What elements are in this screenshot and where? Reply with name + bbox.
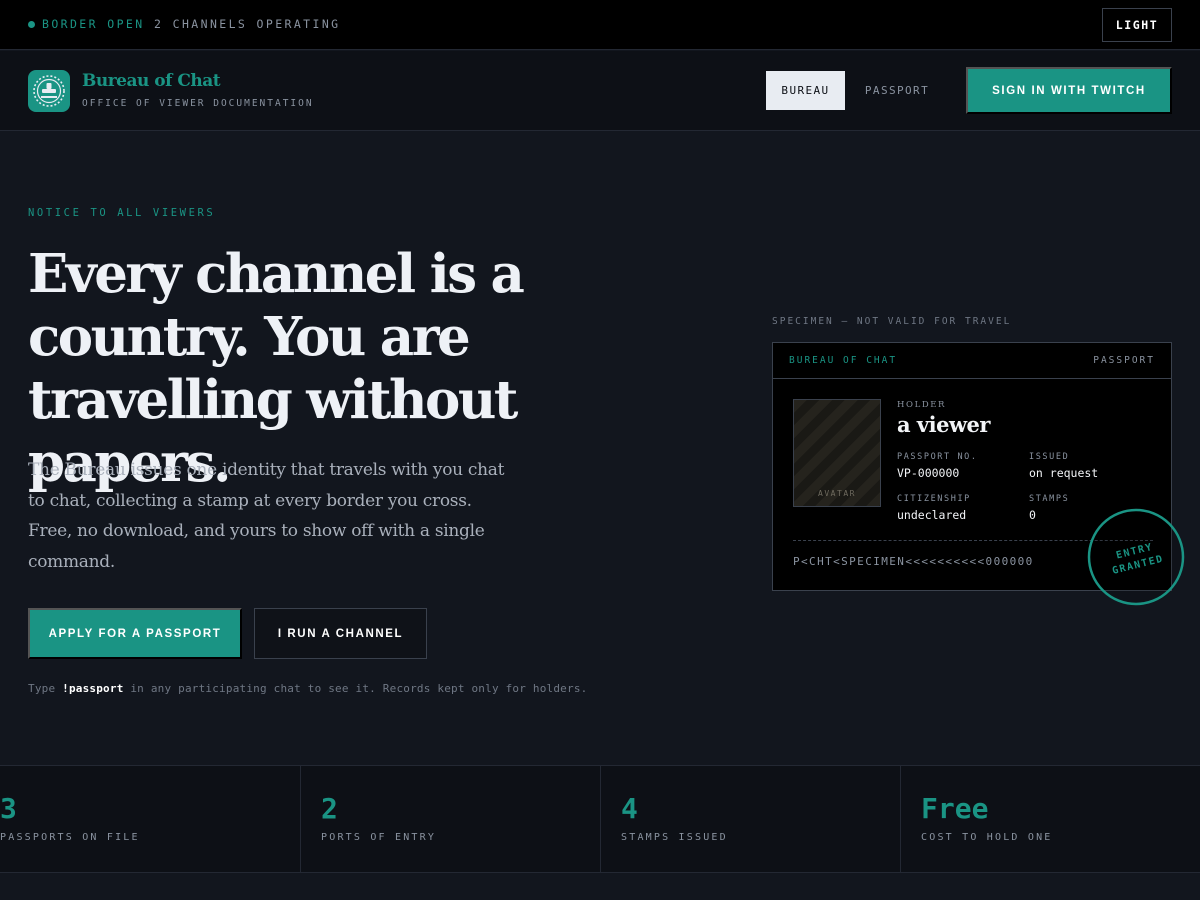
stat-value: 4 — [621, 792, 638, 825]
status-bar: BORDER OPEN 2 CHANNELS OPERATING LIGHT — [0, 0, 1200, 50]
nav-bureau[interactable]: BUREAU — [766, 71, 845, 110]
stamps-label: STAMPS — [1029, 494, 1070, 504]
stat-label: PORTS OF ENTRY — [321, 832, 437, 843]
stamps-value: 0 — [1029, 508, 1036, 522]
citizenship-label: CITIZENSHIP — [897, 494, 971, 504]
bureau-logo[interactable] — [28, 70, 70, 112]
nav-passport[interactable]: PASSPORT — [857, 71, 937, 110]
passport-no-value: VP-000000 — [897, 466, 960, 480]
stamp-seal-icon — [33, 75, 65, 107]
sign-in-twitch-button[interactable]: SIGN IN WITH TWITCH — [966, 67, 1172, 114]
passport-header: BUREAU OF CHAT PASSPORT — [773, 343, 1171, 379]
passport-command: !passport — [62, 682, 124, 695]
channels-operating: 2 CHANNELS OPERATING — [154, 17, 341, 31]
specimen-label: SPECIMEN — NOT VALID FOR TRAVEL — [772, 316, 1012, 327]
stat-cost: Free COST TO HOLD ONE — [900, 766, 1200, 872]
stats-strip: 3 PASSPORTS ON FILE 2 PORTS OF ENTRY 4 S… — [0, 765, 1200, 873]
brand-name[interactable]: Bureau of Chat — [82, 71, 221, 91]
stat-label: PASSPORTS ON FILE — [0, 832, 140, 843]
machine-readable-zone: P<CHT<SPECIMEN<<<<<<<<<<000000 — [793, 555, 1034, 568]
brand-subtitle: OFFICE OF VIEWER DOCUMENTATION — [82, 98, 314, 109]
stat-value: Free — [921, 792, 989, 825]
citizenship-value: undeclared — [897, 508, 967, 522]
holder-name: a viewer — [897, 412, 990, 437]
issued-label: ISSUED — [1029, 452, 1070, 462]
stat-value: 2 — [321, 792, 338, 825]
stat-label: STAMPS ISSUED — [621, 832, 728, 843]
command-hint: Type !passport in any participating chat… — [28, 682, 587, 695]
site-header: Bureau of Chat OFFICE OF VIEWER DOCUMENT… — [0, 51, 1200, 131]
passport-no-label: PASSPORT NO. — [897, 452, 978, 462]
hint-suffix: in any participating chat to see it. Rec… — [130, 682, 588, 695]
hero-eyebrow: NOTICE TO ALL VIEWERS — [28, 207, 216, 219]
stat-label: COST TO HOLD ONE — [921, 832, 1053, 843]
passport-issuer: BUREAU OF CHAT — [789, 355, 898, 366]
stat-stamps: 4 STAMPS ISSUED — [600, 766, 900, 872]
issued-value: on request — [1029, 466, 1099, 480]
theme-toggle-button[interactable]: LIGHT — [1102, 8, 1172, 42]
avatar-placeholder: AVATAR — [793, 399, 881, 507]
status-dot-icon — [28, 21, 35, 28]
entry-granted-stamp: ENTRY GRANTED — [1087, 508, 1185, 606]
hint-prefix: Type — [28, 682, 56, 695]
stat-ports: 2 PORTS OF ENTRY — [300, 766, 600, 872]
holder-label: HOLDER — [897, 400, 947, 410]
apply-passport-button[interactable]: APPLY FOR A PASSPORT — [28, 608, 242, 659]
border-status: BORDER OPEN — [42, 17, 145, 31]
avatar-label: AVATAR — [818, 489, 856, 498]
passport-doc-type: PASSPORT — [1093, 355, 1155, 366]
stat-value: 3 — [0, 792, 17, 825]
hero-lede: The Bureau issues one identity that trav… — [28, 460, 505, 572]
stat-passports: 3 PASSPORTS ON FILE — [0, 766, 300, 872]
run-channel-button[interactable]: I RUN A CHANNEL — [254, 608, 427, 659]
